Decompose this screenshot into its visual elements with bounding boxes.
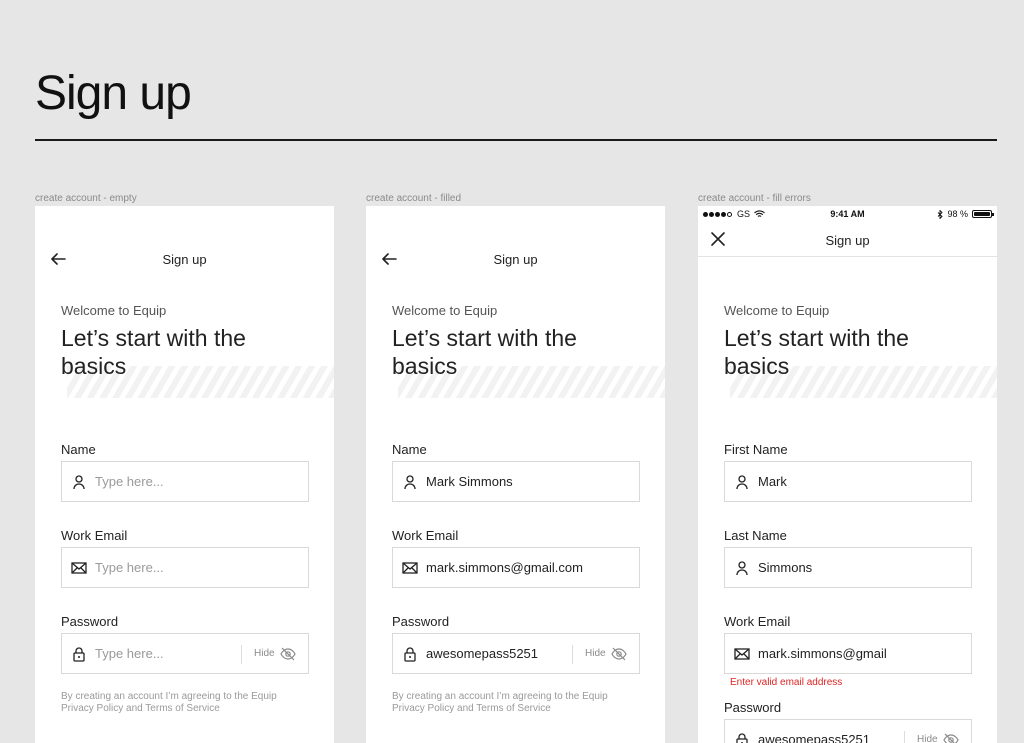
- frame-empty: Sign up Welcome to Equip Let’s start wit…: [35, 206, 334, 743]
- email-input[interactable]: mark.simmons@gmail: [724, 633, 972, 674]
- page-title: Sign up: [35, 67, 192, 120]
- headline: Let’s start with the basics: [61, 325, 246, 379]
- headline: Let’s start with the basics: [724, 325, 909, 379]
- field-divider: [904, 731, 905, 743]
- frame-caption-empty: create account - empty: [35, 193, 137, 204]
- email-label: Work Email: [61, 528, 128, 543]
- email-label: Work Email: [392, 528, 459, 543]
- welcome-text: Welcome to Equip: [724, 303, 830, 318]
- mail-icon: [71, 562, 87, 574]
- eye-off-icon[interactable]: [280, 646, 296, 662]
- title-divider: [35, 139, 997, 141]
- frame-filled: Sign up Welcome to Equip Let’s start wit…: [366, 206, 665, 743]
- hide-password-button[interactable]: Hide: [917, 734, 938, 743]
- welcome-text: Welcome to Equip: [61, 303, 167, 318]
- password-value: awesomepass5251: [426, 646, 539, 661]
- frame-caption-filled: create account - filled: [366, 193, 462, 204]
- email-value: mark.simmons@gmail: [758, 646, 887, 661]
- last-name-input[interactable]: Simmons: [724, 547, 972, 588]
- name-placeholder: Type here...: [95, 474, 164, 489]
- status-bar: GS 9:41 AM 98 %: [698, 206, 997, 223]
- name-label: Name: [61, 442, 96, 457]
- legal-text: By creating an account I’m agreeing to t…: [61, 691, 277, 714]
- welcome-text: Welcome to Equip: [392, 303, 498, 318]
- user-icon: [736, 475, 748, 490]
- email-value: mark.simmons@gmail.com: [426, 560, 583, 575]
- user-icon: [736, 561, 748, 576]
- password-placeholder: Type here...: [95, 646, 164, 661]
- last-name-label: Last Name: [724, 528, 787, 543]
- password-input[interactable]: awesomepass5251 Hide: [392, 633, 640, 674]
- user-icon: [404, 475, 416, 490]
- email-placeholder: Type here...: [95, 560, 164, 575]
- battery-percent: 98 %: [947, 209, 968, 219]
- mail-icon: [734, 648, 750, 660]
- headline: Let’s start with the basics: [392, 325, 577, 379]
- email-error-message: Enter valid email address: [730, 677, 843, 688]
- frame-caption-errors: create account - fill errors: [698, 193, 811, 204]
- password-value: awesomepass5251: [758, 732, 871, 743]
- password-label: Password: [61, 614, 119, 629]
- eye-off-icon[interactable]: [943, 732, 959, 743]
- name-label: Name: [392, 442, 427, 457]
- password-input[interactable]: Type here... Hide: [61, 633, 309, 674]
- password-label: Password: [724, 700, 782, 715]
- first-name-value: Mark: [758, 474, 787, 489]
- password-input[interactable]: awesomepass5251 Hide: [724, 719, 972, 743]
- bluetooth-icon: [938, 209, 944, 219]
- email-label: Work Email: [724, 614, 791, 629]
- legal-text: By creating an account I’m agreeing to t…: [392, 691, 608, 714]
- field-divider: [572, 645, 573, 664]
- email-input[interactable]: mark.simmons@gmail.com: [392, 547, 640, 588]
- hide-password-button[interactable]: Hide: [254, 648, 275, 659]
- user-icon: [73, 475, 85, 490]
- name-value: Mark Simmons: [426, 474, 513, 489]
- frame-errors: GS 9:41 AM 98 % Sign up Welcome to Equip…: [698, 206, 997, 743]
- status-right-group: 98 %: [937, 209, 994, 219]
- nav-title: Sign up: [493, 252, 538, 267]
- eye-off-icon[interactable]: [611, 646, 627, 662]
- hide-password-button[interactable]: Hide: [585, 648, 606, 659]
- mail-icon: [402, 562, 418, 574]
- lock-icon: [73, 647, 85, 662]
- lock-icon: [404, 647, 416, 662]
- nav-title: Sign up: [162, 252, 207, 267]
- field-divider: [241, 645, 242, 664]
- nav-divider: [698, 256, 997, 257]
- name-input[interactable]: Type here...: [61, 461, 309, 502]
- name-input[interactable]: Mark Simmons: [392, 461, 640, 502]
- password-label: Password: [392, 614, 450, 629]
- first-name-input[interactable]: Mark: [724, 461, 972, 502]
- lock-icon: [736, 733, 748, 743]
- battery-icon: [972, 210, 994, 218]
- email-input[interactable]: Type here...: [61, 547, 309, 588]
- nav-title: Sign up: [825, 233, 870, 248]
- last-name-value: Simmons: [758, 560, 813, 575]
- first-name-label: First Name: [724, 442, 788, 457]
